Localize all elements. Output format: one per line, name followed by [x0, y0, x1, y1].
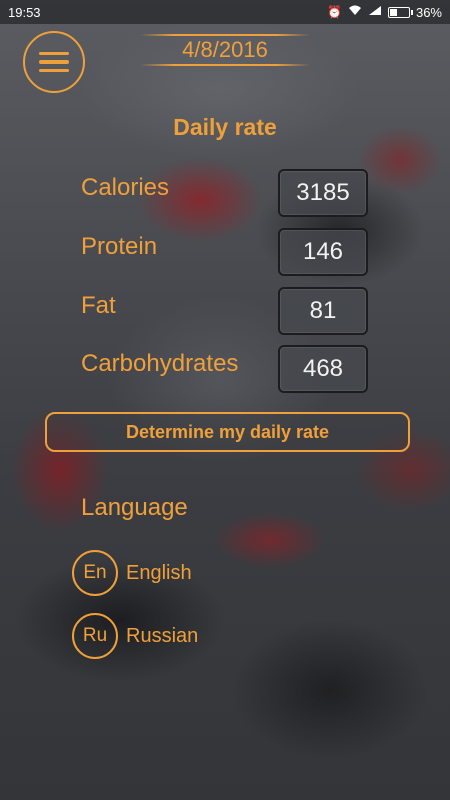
language-option-english[interactable]: En English: [72, 550, 192, 596]
status-bar: 19:53 ⏰ 36%: [0, 0, 450, 24]
wifi-icon: [348, 5, 362, 19]
daily-rate-title: Daily rate: [173, 114, 277, 140]
determine-daily-rate-button[interactable]: Determine my daily rate: [45, 412, 410, 452]
calories-value[interactable]: 3185: [278, 169, 368, 217]
alarm-icon: ⏰: [327, 5, 342, 19]
date-selector[interactable]: 4/8/2016: [140, 32, 310, 68]
protein-label: Protein: [81, 233, 158, 260]
carbohydrates-value[interactable]: 468: [278, 345, 368, 393]
carbohydrates-label: Carbohydrates: [81, 350, 239, 377]
protein-value[interactable]: 146: [278, 228, 368, 276]
menu-button[interactable]: [23, 31, 85, 93]
russian-code-badge: Ru: [72, 613, 118, 659]
fat-label: Fat: [81, 292, 116, 319]
calories-label: Calories: [81, 174, 170, 201]
language-title: Language: [81, 494, 188, 521]
status-icons: ⏰ 36%: [327, 5, 442, 20]
russian-label: Russian: [126, 624, 199, 647]
date-text: 4/8/2016: [182, 37, 268, 62]
hamburger-icon: [39, 51, 69, 56]
signal-icon: [368, 5, 382, 19]
status-time: 19:53: [8, 4, 41, 20]
english-label: English: [126, 561, 192, 584]
language-option-russian[interactable]: Ru Russian: [72, 613, 198, 659]
fat-value[interactable]: 81: [278, 287, 368, 335]
english-code-badge: En: [72, 550, 118, 596]
battery-icon: [387, 6, 413, 18]
battery-percent: 36%: [415, 4, 442, 20]
